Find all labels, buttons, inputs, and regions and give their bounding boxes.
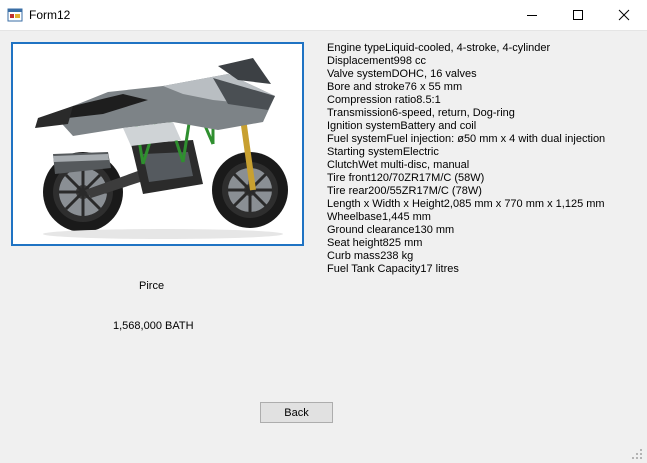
spec-bore-stroke: Bore and stroke76 x 55 mm bbox=[327, 81, 463, 93]
spec-engine-type: Engine typeLiquid-cooled, 4-stroke, 4-cy… bbox=[327, 42, 551, 54]
resize-grip-icon[interactable] bbox=[630, 447, 644, 461]
spec-compression-ratio: Compression ratio8.5:1 bbox=[327, 94, 441, 106]
motorcycle-photo bbox=[13, 44, 302, 244]
spec-starting-system: Starting systemElectric bbox=[327, 146, 439, 158]
spec-displacement: Displacement998 cc bbox=[327, 55, 427, 67]
maximize-button[interactable] bbox=[555, 0, 601, 30]
product-picture-box bbox=[11, 42, 304, 246]
spec-fuel-system: Fuel systemFuel injection: ø50 mm x 4 wi… bbox=[327, 133, 606, 145]
title-bar[interactable]: Form12 bbox=[0, 0, 647, 31]
close-icon bbox=[618, 9, 630, 21]
form-app-icon bbox=[7, 8, 23, 22]
window-title: Form12 bbox=[29, 8, 71, 22]
spec-ignition-system: Ignition systemBattery and coil bbox=[327, 120, 477, 132]
spec-tire-rear: Tire rear200/55ZR17M/C (78W) bbox=[327, 185, 482, 197]
spec-list: Engine typeLiquid-cooled, 4-stroke, 4-cy… bbox=[327, 42, 637, 276]
minimize-icon bbox=[527, 15, 537, 16]
minimize-button[interactable] bbox=[509, 0, 555, 30]
spec-curb-mass: Curb mass238 kg bbox=[327, 250, 414, 262]
spec-dimensions: Length x Width x Height2,085 mm x 770 mm… bbox=[327, 198, 605, 210]
spec-tire-front: Tire front120/70ZR17M/C (58W) bbox=[327, 172, 485, 184]
spec-clutch: ClutchWet multi-disc, manual bbox=[327, 159, 470, 171]
close-button[interactable] bbox=[601, 0, 647, 30]
maximize-icon bbox=[573, 10, 583, 20]
spec-transmission: Transmission6-speed, return, Dog-ring bbox=[327, 107, 515, 119]
spec-seat-height: Seat height825 mm bbox=[327, 237, 423, 249]
spec-ground-clearance: Ground clearance130 mm bbox=[327, 224, 455, 236]
price-label: Pirce bbox=[139, 280, 165, 292]
back-button[interactable]: Back bbox=[260, 402, 333, 423]
spec-valve-system: Valve systemDOHC, 16 valves bbox=[327, 68, 477, 80]
spec-fuel-tank-capacity: Fuel Tank Capacity17 litres bbox=[327, 263, 459, 275]
price-value: 1,568,000 BATH bbox=[113, 320, 194, 332]
spec-wheelbase: Wheelbase1,445 mm bbox=[327, 211, 431, 223]
